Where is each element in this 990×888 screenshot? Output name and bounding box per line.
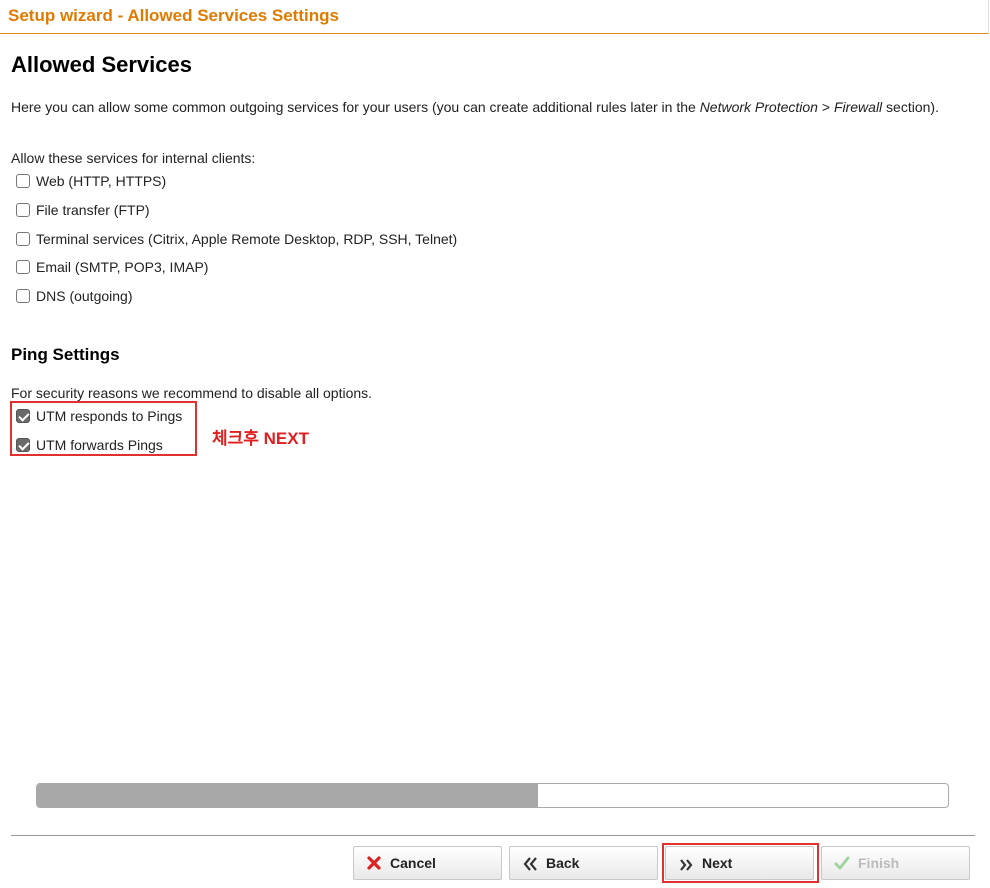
service-web-row[interactable]: Web (HTTP, HTTPS) bbox=[16, 171, 166, 191]
service-email-checkbox[interactable] bbox=[16, 260, 30, 274]
service-ftp-row[interactable]: File transfer (FTP) bbox=[16, 200, 150, 220]
next-button-highlight bbox=[662, 843, 819, 883]
cancel-button-label: Cancel bbox=[390, 855, 436, 871]
ping-settings-note: For security reasons we recommend to dis… bbox=[11, 385, 373, 401]
service-dns-checkbox[interactable] bbox=[16, 289, 30, 303]
double-chevron-left-icon bbox=[522, 855, 538, 871]
finish-button[interactable]: Finish bbox=[821, 846, 970, 880]
intro-text-start: Here you can allow some common outgoing … bbox=[11, 99, 700, 115]
service-web-label[interactable]: Web (HTTP, HTTPS) bbox=[36, 173, 166, 189]
service-email-label[interactable]: Email (SMTP, POP3, IMAP) bbox=[36, 259, 208, 275]
service-dns-label[interactable]: DNS (outgoing) bbox=[36, 288, 133, 304]
wizard-progress-bar bbox=[36, 783, 949, 808]
finish-button-label: Finish bbox=[858, 855, 900, 871]
service-terminal-label[interactable]: Terminal services (Citrix, Apple Remote … bbox=[36, 231, 457, 247]
allowed-services-heading: Allowed Services bbox=[11, 52, 192, 77]
intro-text-end: section). bbox=[882, 99, 939, 115]
services-list-label: Allow these services for internal client… bbox=[11, 150, 256, 166]
service-ftp-checkbox[interactable] bbox=[16, 203, 30, 217]
footer-divider bbox=[11, 835, 975, 836]
service-email-row[interactable]: Email (SMTP, POP3, IMAP) bbox=[16, 257, 208, 277]
ping-settings-heading: Ping Settings bbox=[11, 345, 120, 364]
back-button[interactable]: Back bbox=[509, 846, 658, 880]
cancel-button[interactable]: Cancel bbox=[353, 846, 502, 880]
intro-network-protection: Network Protection bbox=[699, 99, 818, 115]
intro-separator: > bbox=[817, 99, 834, 115]
service-web-checkbox[interactable] bbox=[16, 174, 30, 188]
service-dns-row[interactable]: DNS (outgoing) bbox=[16, 286, 133, 306]
back-button-label: Back bbox=[546, 855, 580, 871]
intro-firewall: Firewall bbox=[833, 99, 883, 115]
ping-options-highlight bbox=[10, 401, 197, 456]
intro-text: Here you can allow some common outgoing … bbox=[11, 98, 941, 116]
service-terminal-checkbox[interactable] bbox=[16, 232, 30, 246]
window-title: Setup wizard - Allowed Services Settings bbox=[8, 6, 339, 25]
service-terminal-row[interactable]: Terminal services (Citrix, Apple Remote … bbox=[16, 229, 457, 249]
wizard-progress-fill bbox=[37, 784, 539, 807]
checkmark-icon bbox=[834, 855, 850, 871]
cancel-x-icon bbox=[366, 855, 382, 871]
wizard-titlebar: Setup wizard - Allowed Services Settings bbox=[0, 0, 989, 34]
annotation-check-then-next: 체크후 NEXT bbox=[212, 429, 309, 448]
service-ftp-label[interactable]: File transfer (FTP) bbox=[36, 202, 150, 218]
